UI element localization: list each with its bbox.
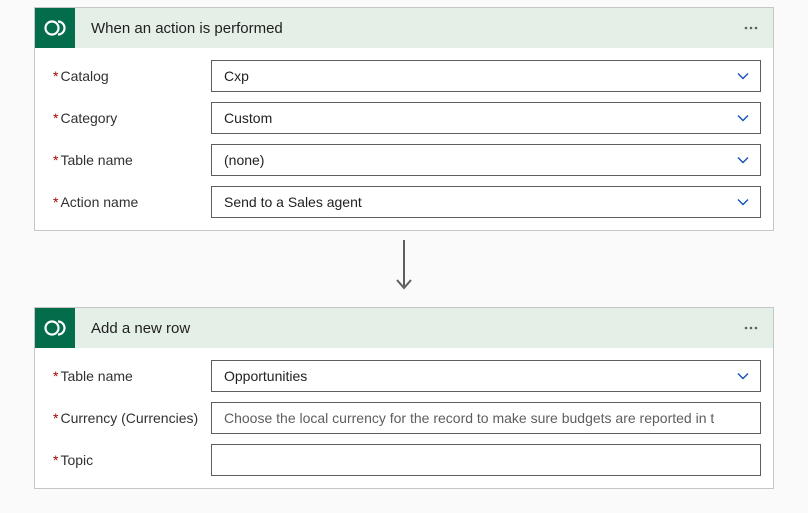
required-indicator: * (53, 410, 58, 426)
field-label-topic: *Topic (47, 452, 211, 468)
field-label-catalog: *Catalog (47, 68, 211, 84)
input-placeholder: Choose the local currency for the record… (224, 410, 714, 426)
field-label-table-name: *Table name (47, 152, 211, 168)
more-icon (743, 20, 759, 36)
field-label-category: *Category (47, 110, 211, 126)
chevron-down-icon (736, 195, 750, 209)
required-indicator: * (53, 68, 58, 84)
label-text: Category (60, 110, 117, 126)
action-step-card: Add a new row *Table name Opportunities (34, 307, 774, 489)
trigger-step-title: When an action is performed (75, 20, 735, 37)
chevron-down-icon (736, 369, 750, 383)
dropdown-value: Send to a Sales agent (224, 194, 362, 210)
field-label-table-name-2: *Table name (47, 368, 211, 384)
trigger-step-more-menu[interactable] (735, 12, 767, 44)
table-name-dropdown[interactable]: (none) (211, 144, 761, 176)
flow-arrow (0, 231, 808, 301)
catalog-dropdown[interactable]: Cxp (211, 60, 761, 92)
field-row-table-name-2: *Table name Opportunities (47, 360, 761, 392)
required-indicator: * (53, 110, 58, 126)
trigger-step-card: When an action is performed *Catalog Cxp (34, 7, 774, 231)
label-text: Table name (60, 152, 132, 168)
arrow-down-icon (392, 236, 416, 296)
required-indicator: * (53, 194, 58, 210)
dropdown-value: (none) (224, 152, 264, 168)
field-row-action-name: *Action name Send to a Sales agent (47, 186, 761, 218)
label-text: Currency (Currencies) (60, 410, 198, 426)
field-row-table-name: *Table name (none) (47, 144, 761, 176)
more-icon (743, 320, 759, 336)
required-indicator: * (53, 452, 58, 468)
trigger-step-header[interactable]: When an action is performed (35, 8, 773, 48)
dropdown-value: Cxp (224, 68, 249, 84)
label-text: Action name (60, 194, 138, 210)
required-indicator: * (53, 368, 58, 384)
field-row-catalog: *Catalog Cxp (47, 60, 761, 92)
label-text: Topic (60, 452, 93, 468)
field-label-action-name: *Action name (47, 194, 211, 210)
required-indicator: * (53, 152, 58, 168)
field-row-currency: *Currency (Currencies) Choose the local … (47, 402, 761, 434)
field-row-topic: *Topic (47, 444, 761, 476)
label-text: Table name (60, 368, 132, 384)
table-name-2-dropdown[interactable]: Opportunities (211, 360, 761, 392)
action-step-body: *Table name Opportunities *Currency (Cur… (35, 348, 773, 488)
dropdown-value: Opportunities (224, 368, 307, 384)
action-step-header[interactable]: Add a new row (35, 308, 773, 348)
field-label-currency: *Currency (Currencies) (47, 410, 211, 426)
chevron-down-icon (736, 111, 750, 125)
label-text: Catalog (60, 68, 108, 84)
topic-input[interactable] (211, 444, 761, 476)
trigger-step-body: *Catalog Cxp *Category Custom (35, 48, 773, 230)
chevron-down-icon (736, 153, 750, 167)
category-dropdown[interactable]: Custom (211, 102, 761, 134)
dataverse-icon (35, 8, 75, 48)
action-step-more-menu[interactable] (735, 312, 767, 344)
action-name-dropdown[interactable]: Send to a Sales agent (211, 186, 761, 218)
currency-input[interactable]: Choose the local currency for the record… (211, 402, 761, 434)
dropdown-value: Custom (224, 110, 272, 126)
chevron-down-icon (736, 69, 750, 83)
dataverse-icon (35, 308, 75, 348)
action-step-title: Add a new row (75, 320, 735, 337)
field-row-category: *Category Custom (47, 102, 761, 134)
